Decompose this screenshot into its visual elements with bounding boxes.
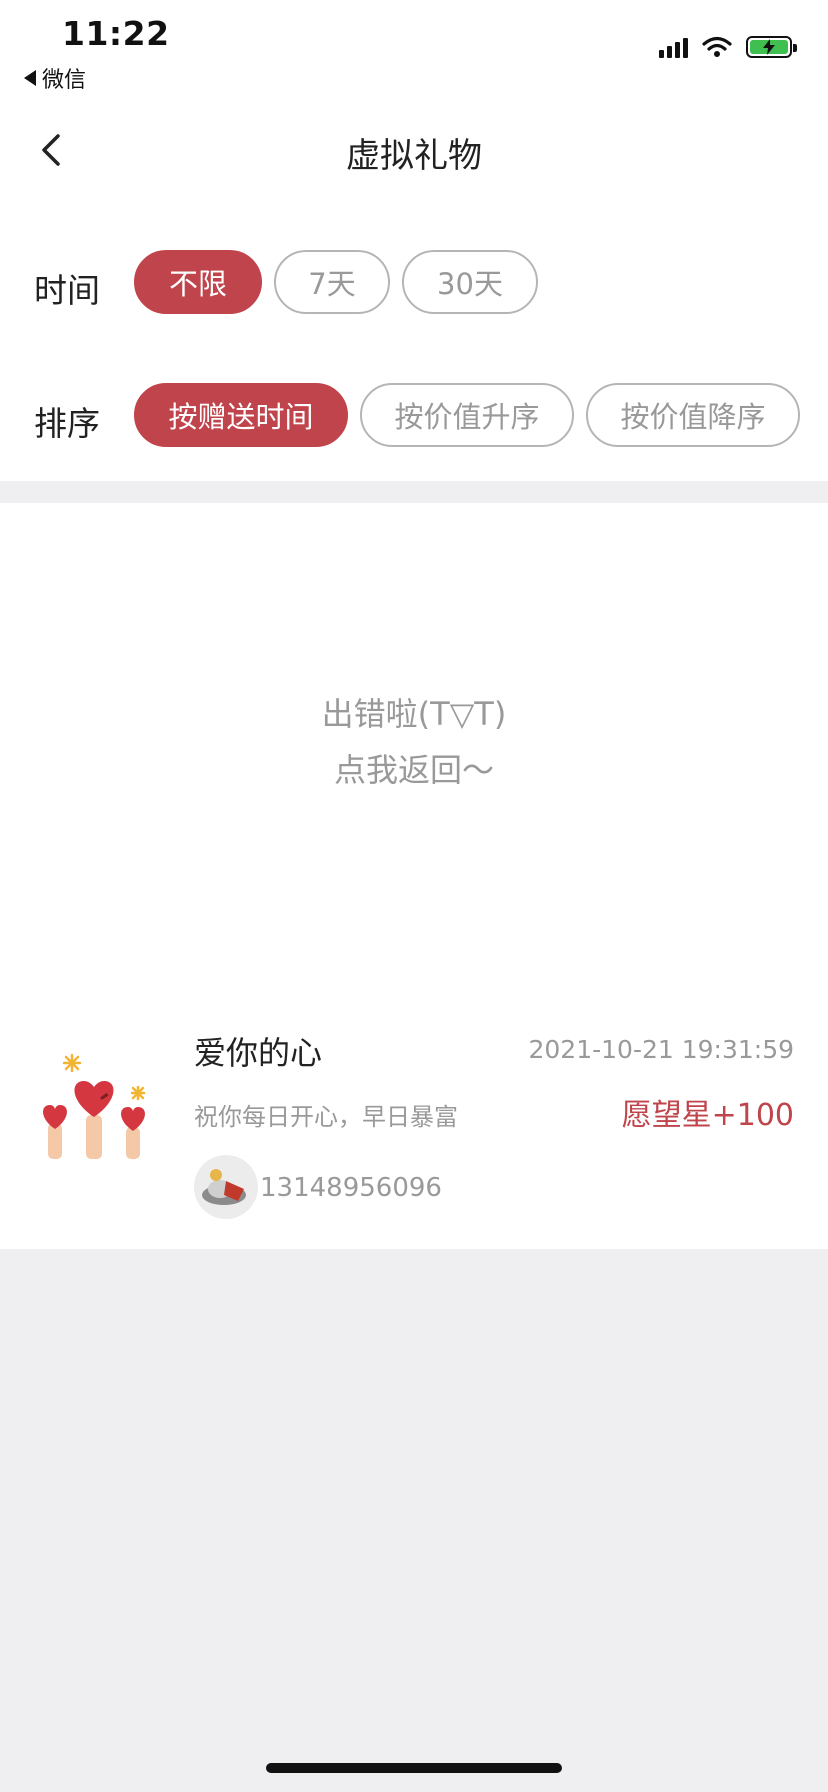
- avatar[interactable]: [194, 1155, 258, 1219]
- header-panel: 11:22 微信 虚拟礼物 时间 不限 7天 30天 排序 按赠送时间 按价值升…: [0, 0, 828, 481]
- home-indicator[interactable]: [266, 1763, 562, 1773]
- time-filter-label: 时间: [34, 271, 100, 310]
- status-icons: [659, 36, 797, 58]
- back-triangle-icon: [24, 70, 36, 86]
- section-divider: [0, 481, 828, 503]
- hearts-in-hands-icon: [43, 1053, 146, 1159]
- sort-filter-label: 排序: [34, 404, 100, 443]
- time-chip-unlimited[interactable]: 不限: [134, 250, 262, 314]
- gift-time: 2021-10-21 19:31:59: [528, 1035, 794, 1064]
- time-chip-30d[interactable]: 30天: [402, 250, 538, 314]
- sort-chip-by-time[interactable]: 按赠送时间: [134, 383, 348, 447]
- error-message: 出错啦(T▽T): [321, 695, 507, 733]
- gift-list-panel: 出错啦(T▽T) 点我返回～ 爱你的心 2021-10-21 19:31:59 …: [0, 503, 828, 1249]
- status-time: 11:22: [62, 14, 170, 53]
- gift-message: 祝你每日开心，早日暴富: [194, 1103, 458, 1131]
- battery-charging-icon: [746, 36, 797, 58]
- back-to-wechat[interactable]: 微信: [24, 62, 86, 94]
- error-return-link[interactable]: 点我返回～: [0, 745, 828, 791]
- wifi-icon: [702, 36, 732, 57]
- avatar-image: [202, 1169, 246, 1205]
- sort-chip-value-desc[interactable]: 按价值降序: [586, 383, 800, 447]
- signal-icon: [659, 36, 688, 58]
- sort-chip-value-asc[interactable]: 按价值升序: [360, 383, 574, 447]
- back-app-label: 微信: [42, 68, 87, 93]
- time-chip-7d[interactable]: 7天: [274, 250, 390, 314]
- sender-id: 13148956096: [260, 1173, 442, 1203]
- gift-reward: 愿望星+100: [621, 1098, 794, 1133]
- page-title: 虚拟礼物: [346, 136, 482, 176]
- gift-name: 爱你的心: [194, 1034, 323, 1072]
